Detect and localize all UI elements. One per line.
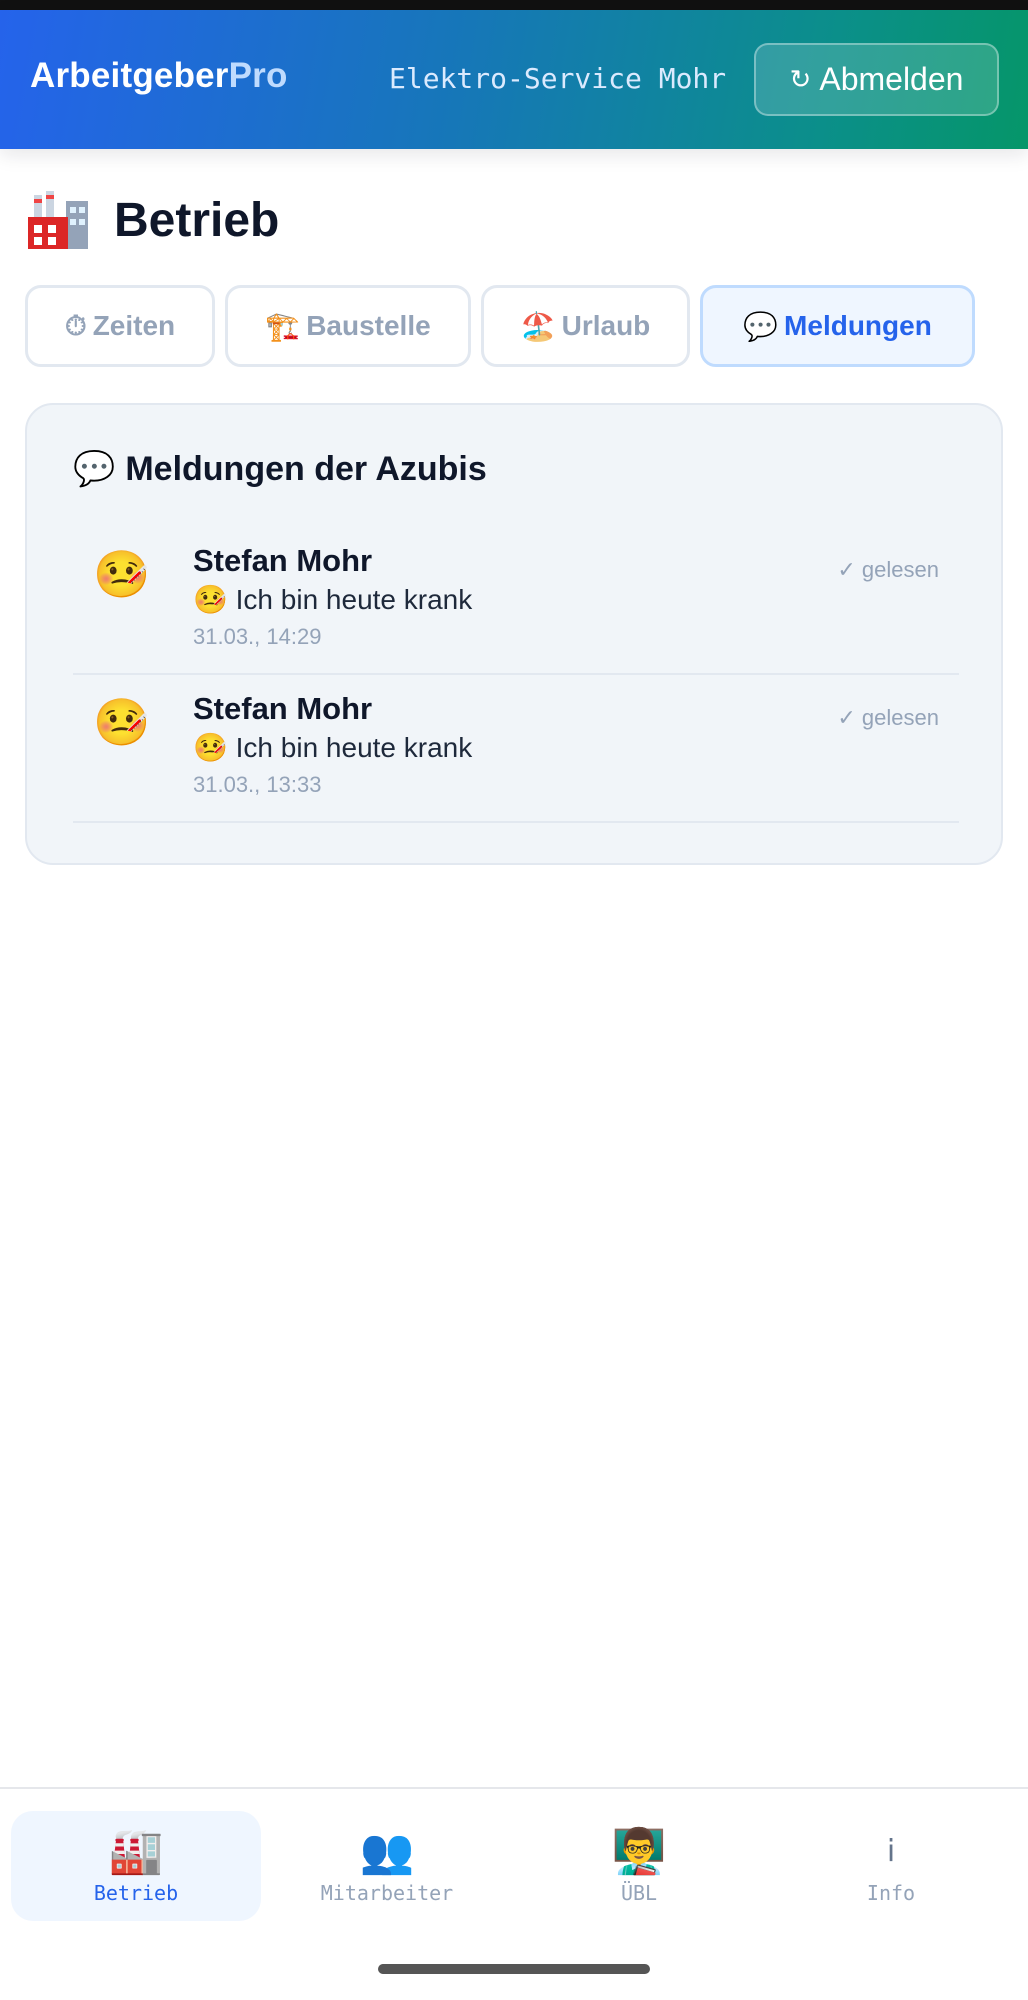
teacher-icon: 👨‍🏫: [611, 1827, 667, 1876]
brand-accent: Pro: [228, 56, 288, 95]
nav-label: Info: [866, 1881, 916, 1905]
nav-label: Betrieb: [93, 1881, 179, 1905]
tab-label: Urlaub: [561, 310, 651, 341]
tab-meldungen[interactable]: 💬 Meldungen: [700, 285, 975, 367]
beach-umbrella-icon: 🏖️: [520, 310, 556, 342]
nav-label: Mitarbeiter: [320, 1881, 454, 1905]
logout-label: Abmelden: [819, 61, 964, 97]
logout-icon: ↻: [789, 64, 812, 94]
tab-label: Baustelle: [306, 310, 431, 341]
card-title: 💬 Meldungen der Azubis: [73, 449, 487, 489]
app-header: ArbeitgeberPro Elektro-Service Mohr ↻ Ab…: [0, 10, 1028, 149]
crane-icon: 🏗️: [265, 310, 301, 342]
message-text: 🤒 Ich bin heute krank: [193, 584, 473, 615]
message-item[interactable]: 🤒 Stefan Mohr 🤒 Ich bin heute krank 31.0…: [73, 527, 959, 675]
brand-main: Arbeitgeber: [30, 56, 229, 95]
message-item[interactable]: 🤒 Stefan Mohr 🤒 Ich bin heute krank 31.0…: [73, 675, 959, 823]
stopwatch-icon: ⏱: [64, 309, 87, 341]
page-title: Betrieb: [114, 193, 280, 247]
message-time: 31.03., 14:29: [193, 624, 322, 649]
page-title-row: Betrieb: [26, 190, 279, 250]
card-title-text: Meldungen der Azubis: [125, 449, 487, 488]
company-name: Elektro-Service Mohr: [389, 62, 727, 95]
factory-icon: [28, 191, 88, 249]
nav-item-mitarbeiter[interactable]: 👥 Mitarbeiter: [262, 1811, 512, 1921]
info-icon: i: [886, 1834, 896, 1869]
home-indicator: [378, 1964, 650, 1974]
read-status: ✓ gelesen: [837, 705, 939, 730]
factory-icon: 🏭: [108, 1827, 164, 1876]
people-icon: 👥: [359, 1827, 415, 1876]
nav-label: ÜBL: [620, 1881, 658, 1905]
message-sender: Stefan Mohr: [193, 543, 373, 578]
messages-card: 💬 Meldungen der Azubis 🤒 Stefan Mohr 🤒 I…: [25, 403, 1003, 865]
tab-label: Zeiten: [92, 310, 176, 341]
speech-bubble-icon: 💬: [743, 310, 779, 342]
tab-zeiten[interactable]: ⏱ Zeiten: [25, 285, 215, 367]
tab-bar: ⏱ Zeiten 🏗️ Baustelle 🏖️ Urlaub 💬 Meldun…: [0, 285, 1028, 367]
status-bar: [0, 0, 1028, 10]
nav-item-uebl[interactable]: 👨‍🏫 ÜBL: [514, 1811, 764, 1921]
speech-bubble-icon: 💬: [73, 450, 116, 488]
tab-label: Meldungen: [784, 310, 932, 341]
message-time: 31.03., 13:33: [193, 772, 322, 797]
nav-item-info[interactable]: i Info: [766, 1811, 1016, 1921]
nav-item-betrieb[interactable]: 🏭 Betrieb: [11, 1811, 261, 1921]
tab-baustelle[interactable]: 🏗️ Baustelle: [225, 285, 471, 367]
message-sender: Stefan Mohr: [193, 691, 373, 726]
logout-button[interactable]: ↻ Abmelden: [754, 43, 999, 116]
brand-logo: ArbeitgeberPro: [30, 56, 288, 96]
read-status: ✓ gelesen: [837, 557, 939, 582]
message-text: 🤒 Ich bin heute krank: [193, 732, 473, 763]
sick-face-icon: 🤒: [93, 548, 151, 600]
sick-face-icon: 🤒: [93, 696, 151, 748]
tab-urlaub[interactable]: 🏖️ Urlaub: [481, 285, 690, 367]
